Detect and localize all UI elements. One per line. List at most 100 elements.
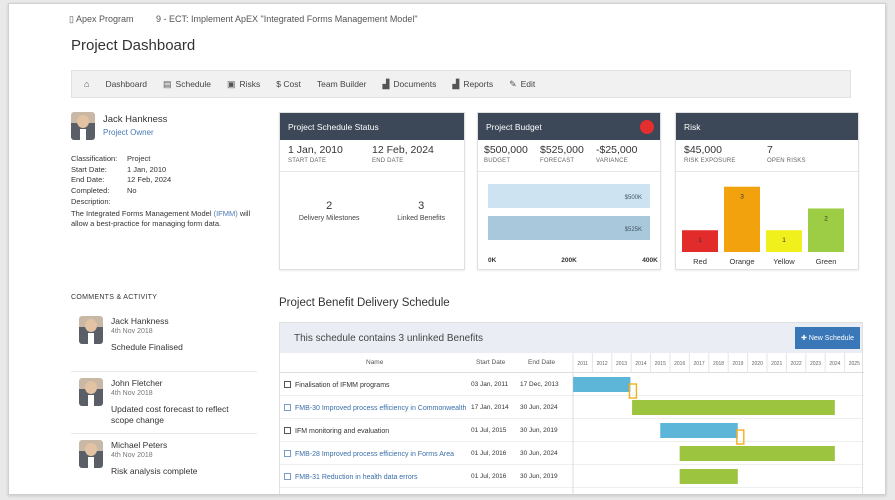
gantt-year-label: 2013 [616, 361, 627, 367]
schedule-banner: This schedule contains 3 unlinked Benefi… [280, 323, 862, 353]
comment-item: John Fletcher 4th Nov 2018 Updated cost fo… [71, 372, 257, 434]
comment-item: Michael Peters 4th Nov 2018 Risk analysis … [71, 434, 257, 494]
comment-author[interactable]: John Fletcher [111, 378, 249, 388]
page-title: Project Dashboard [71, 37, 196, 54]
breadcrumb-program[interactable]: ▯ Apex Program [69, 14, 144, 24]
comment-author[interactable]: Michael Peters [111, 440, 197, 450]
nav-label: Dashboard [105, 79, 148, 89]
gantt-year-label: 2024 [829, 361, 840, 367]
comment-date: 4th Nov 2018 [111, 452, 153, 459]
start-date-value: 1 Jan, 2010 [288, 144, 343, 156]
comment-item: Jack Hankness 4th Nov 2018 Schedule Finali… [71, 310, 257, 372]
gantt-chart: 2011 2012 2013 2014 2015 2016 2017 2018 2019 2020… [572, 353, 860, 494]
schedule-status-card: Project Schedule Status 1 Jan, 2010 START… [279, 112, 465, 270]
budget-axis-tick: 200K [561, 257, 577, 264]
open-risks-label: OPEN RISKS [767, 158, 806, 164]
owner-name[interactable]: Jack Hankness [103, 114, 167, 125]
gantt-year-label: 2017 [694, 361, 705, 367]
budget-axis-tick: 400K [642, 257, 658, 264]
variance-label: VARIANCE [596, 158, 628, 164]
start-date-label: START DATE [288, 158, 327, 164]
edit-icon: ✎ [509, 78, 517, 89]
budget-label: BUDGET [484, 158, 511, 164]
detail-row: Classification: Project [71, 154, 261, 165]
comments-title: COMMENTS & ACTIVITY [71, 294, 158, 301]
budget-value: $500,000 [484, 144, 528, 156]
detail-value: No [127, 185, 137, 195]
comment-text: Schedule Finalised [111, 342, 183, 352]
breadcrumb-project[interactable]: 9 - ECT: Implement ApEX "Integrated Form… [156, 14, 418, 24]
budget-chart: $500K $525K 0K 200K 400K [488, 184, 658, 264]
risk-category-label: Yellow [773, 257, 795, 266]
gantt-year-label: 2016 [674, 361, 685, 367]
avatar [79, 316, 103, 344]
nav-label: Edit [520, 79, 536, 89]
detail-value: Project [127, 154, 151, 163]
gantt-bar [632, 400, 835, 415]
comment-date: 4th Nov 2018 [111, 328, 153, 335]
gantt-year-label: 2018 [713, 361, 724, 367]
risk-icon: ▣ [227, 78, 236, 89]
risk-bar-value: 3 [740, 194, 744, 201]
schedule-title: Project Benefit Delivery Schedule [279, 297, 450, 309]
gantt-connector [736, 429, 745, 445]
risk-card: Risk $45,000 RISK EXPOSURE 7 OPEN RISKS 1 R… [675, 112, 859, 270]
gantt-year-label: 2021 [771, 361, 782, 367]
unlinked-benefits-message: This schedule contains 3 unlinked Benefi… [294, 332, 484, 344]
breadcrumb: ▯ Apex Program 9 - ECT: Implement ApEX "… [69, 14, 428, 25]
nav-label: Reports [463, 79, 494, 89]
app-window: ▯ Apex Program 9 - ECT: Implement ApEX "… [8, 3, 886, 495]
home-icon: ⌂ [84, 79, 90, 89]
project-nav: ⌂ Dashboard ▤ Schedule ▣ Risks $ Cost Team Buil… [71, 70, 851, 98]
description-label: Description: [71, 197, 111, 206]
delivery-milestones[interactable]: 2 Delivery Milestones [299, 200, 360, 222]
gantt-year-label: 2025 [849, 361, 860, 367]
card-title: Project Budget [486, 121, 542, 132]
nav-reports[interactable]: ▟ Reports [452, 79, 493, 90]
risk-category-label: Green [816, 257, 837, 266]
gantt-year-label: 2012 [597, 361, 608, 367]
budget-status-indicator [640, 120, 654, 134]
linked-benefits[interactable]: 3 Linked Benefits [397, 200, 445, 222]
schedule-grid: Name Start Date End Date Finalisation of… [280, 353, 864, 494]
new-schedule-button[interactable]: ✚ New Schedule [795, 327, 860, 349]
detail-key: Start Date: [71, 164, 107, 174]
gantt-year-label: 2020 [752, 361, 763, 367]
nav-documents[interactable]: ▟ Documents [382, 79, 436, 90]
forecast-value: $525,000 [540, 144, 584, 156]
comment-text: Risk analysis complete [111, 466, 198, 476]
nav-label: $ Cost [276, 79, 301, 89]
variance-value: -$25,000 [596, 144, 638, 156]
nav-edit[interactable]: ✎ Edit [509, 79, 535, 90]
gantt-bar [679, 469, 738, 484]
detail-key: End Date: [71, 175, 105, 184]
nav-label: Risks [239, 79, 261, 89]
nav-home[interactable]: ⌂ [84, 79, 89, 89]
risk-category-label: Orange [729, 257, 754, 266]
owner-role: Project Owner [103, 128, 154, 137]
card-title: Project Schedule Status [280, 113, 464, 140]
end-date-value: 12 Feb, 2024 [372, 144, 434, 156]
comments-list: Jack Hankness 4th Nov 2018 Schedule Finali… [71, 310, 257, 494]
nav-risks[interactable]: ▣ Risks [227, 79, 260, 90]
nav-dashboard[interactable]: Dashboard [105, 79, 147, 89]
benefit-schedule: This schedule contains 3 unlinked Benefi… [279, 322, 864, 494]
calendar-icon: ▤ [163, 78, 172, 89]
nav-label: Schedule [175, 79, 211, 89]
project-owner: Jack Hankness Project Owner [71, 112, 167, 140]
comment-text: Updated cost forecast to reflect scope c… [111, 404, 229, 425]
nav-schedule[interactable]: ▤ Schedule [163, 79, 211, 90]
detail-row: End Date: 12 Feb, 2024 [71, 175, 261, 186]
forecast-label: FORECAST [540, 158, 575, 164]
nav-cost[interactable]: $ Cost [276, 79, 301, 89]
documents-icon: ▟ [382, 78, 390, 89]
detail-row: Completed: No [71, 186, 261, 197]
risk-chart: 1 Red 3 Orange 1 Yellow 2 Green [682, 186, 844, 266]
gantt-year-label: 2019 [732, 361, 743, 367]
comment-author[interactable]: Jack Hankness [111, 316, 183, 326]
budget-bar-label: $525K [625, 227, 642, 233]
detail-row: Start Date: 1 Jan, 2010 [71, 165, 261, 176]
nav-team-builder[interactable]: Team Builder [317, 79, 367, 89]
risk-bar-value: 1 [698, 237, 702, 244]
gantt-bar [573, 377, 631, 392]
